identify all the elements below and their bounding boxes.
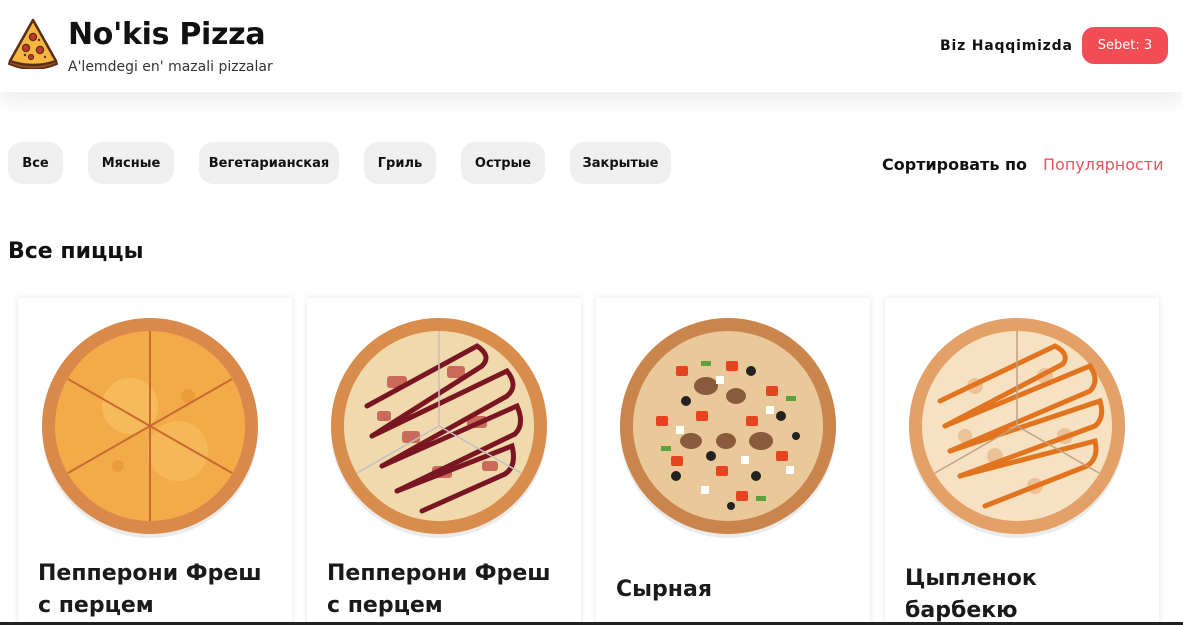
cart-button[interactable]: Sebet: 3 [1082, 27, 1168, 64]
pizza-name: Пепперони Фреш с перцем [38, 561, 262, 618]
category-meat[interactable]: Мясные [88, 142, 174, 184]
pizza-card[interactable]: Цыпленок барбекю [885, 298, 1159, 625]
pizza-image [331, 318, 547, 538]
category-vegetarian[interactable]: Вегетарианская [199, 142, 339, 184]
pizza-card[interactable]: Пепперони Фреш с перцем [307, 298, 581, 625]
pizza-slice-icon[interactable] [7, 17, 59, 69]
brand-subtitle: A'lemdegi en' mazali pizzalar [68, 59, 273, 75]
page: No'kis Pizza A'lemdegi en' mazali pizzal… [0, 0, 1183, 625]
category-grill[interactable]: Гриль [364, 142, 436, 184]
pizza-image [909, 318, 1125, 538]
pizza-card[interactable]: Сырная [596, 298, 870, 625]
category-closed[interactable]: Закрытые [570, 142, 671, 184]
sort-label: Сортировать по [882, 155, 1028, 174]
pizza-image [42, 318, 258, 538]
pizza-name: Цыпленок барбекю [905, 566, 1037, 623]
about-us-link[interactable]: Biz Haqqimizda [940, 38, 1073, 54]
pizza-name: Пепперони Фреш с перцем [327, 561, 551, 618]
category-all[interactable]: Все [8, 142, 63, 184]
section-title: Все пиццы [8, 239, 144, 264]
site-header: No'kis Pizza A'lemdegi en' mazali pizzal… [0, 0, 1183, 92]
pizza-card[interactable]: Пепперони Фреш с перцем [18, 298, 292, 625]
pizza-image [620, 318, 836, 538]
pizza-name: Сырная [616, 577, 712, 602]
brand-title[interactable]: No'kis Pizza [68, 17, 266, 52]
category-spicy[interactable]: Острые [461, 142, 545, 184]
sort-dropdown[interactable]: Популярности [1043, 155, 1164, 174]
